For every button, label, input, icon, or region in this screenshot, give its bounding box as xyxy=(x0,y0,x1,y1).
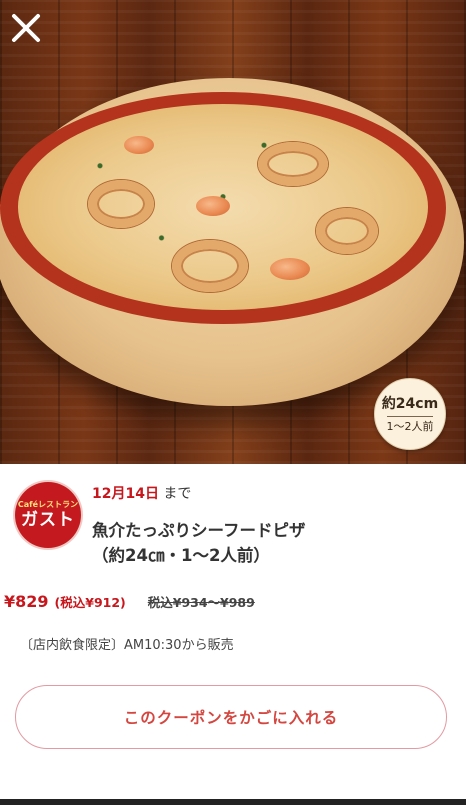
squid-ring xyxy=(88,180,154,228)
pizza-image xyxy=(0,80,456,336)
close-button[interactable] xyxy=(8,10,44,46)
logo-text: ガスト xyxy=(21,510,75,530)
bottom-edge xyxy=(0,799,466,805)
brand-logo: Caféレストラン ガスト xyxy=(15,482,81,548)
size-text: 約24cm xyxy=(381,395,439,412)
add-coupon-to-cart-button[interactable]: このクーポンをかごに入れる xyxy=(15,685,447,749)
product-title-line1: 魚介たっぷりシーフードピザ xyxy=(92,521,306,540)
expiry-suffix: まで xyxy=(163,486,192,502)
shrimp xyxy=(270,258,310,280)
size-badge: 約24cm 1〜2人前 xyxy=(374,378,446,450)
product-title: 魚介たっぷりシーフードピザ （約24㎝・1〜2人前） xyxy=(92,518,442,568)
product-title-line2: （約24㎝・1〜2人前） xyxy=(92,546,270,565)
squid-ring xyxy=(258,142,328,186)
squid-ring xyxy=(316,208,378,254)
shrimp xyxy=(124,136,154,154)
shrimp xyxy=(196,196,230,216)
price-row: ¥829 (税込¥912) 税込¥934〜¥989 xyxy=(4,592,255,616)
original-price: 税込¥934〜¥989 xyxy=(147,595,255,610)
availability-note: 〔店内飲食限定〕AM10:30から販売 xyxy=(20,638,234,653)
coupon-price-tax: (税込¥912) xyxy=(54,595,126,610)
squid-ring xyxy=(172,240,248,292)
expiry-date: 12月14日 xyxy=(92,486,159,502)
logo-subtext: Caféレストラン xyxy=(17,500,79,509)
badge-divider xyxy=(387,415,433,417)
close-icon xyxy=(12,14,40,42)
product-image: 約24cm 1〜2人前 xyxy=(0,0,466,464)
expiry-text: 12月14日 まで xyxy=(92,484,191,504)
coupon-price: ¥829 xyxy=(4,592,49,611)
servings-text: 1〜2人前 xyxy=(386,419,434,433)
